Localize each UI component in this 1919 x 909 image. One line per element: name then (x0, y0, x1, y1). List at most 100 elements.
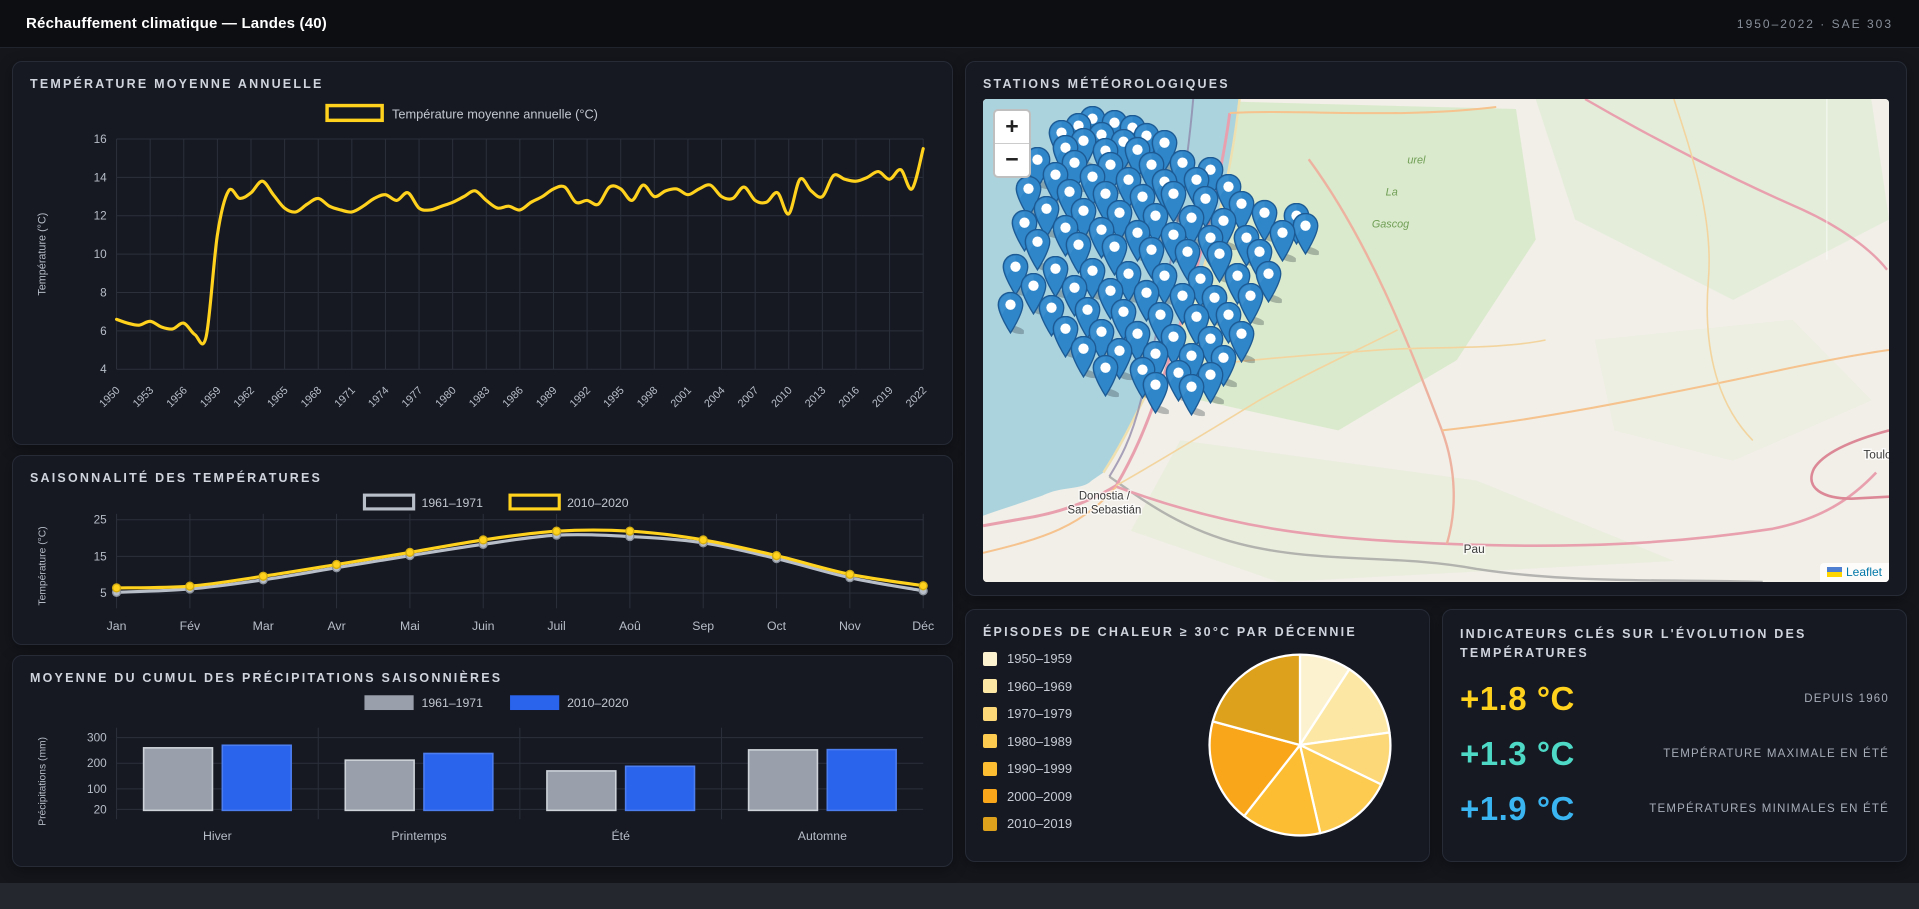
bar-Hiver-1961–1971 (144, 748, 213, 811)
svg-text:8: 8 (100, 285, 107, 299)
svg-text:Température (°C): Température (°C) (37, 213, 49, 296)
panel-annual-temperature: TEMPÉRATURE MOYENNE ANNUELLE 46810121416… (12, 61, 953, 445)
map-attribution: Leaflet (1820, 563, 1889, 582)
legend-swatch (983, 734, 997, 748)
leaflet-attribution-link[interactable]: Leaflet (1846, 565, 1882, 579)
panel-heat-episodes: ÉPISODES DE CHALEUR ≥ 30°C PAR DÉCENNIE … (965, 609, 1430, 862)
svg-text:1983: 1983 (467, 384, 493, 410)
zoom-out-button[interactable]: − (995, 144, 1029, 176)
svg-text:Avr: Avr (327, 619, 345, 633)
svg-text:1950: 1950 (97, 384, 123, 410)
legend-swatch (983, 762, 997, 776)
indicator-label: DEPUIS 1960 (1804, 693, 1889, 705)
main-grid: TEMPÉRATURE MOYENNE ANNUELLE 46810121416… (0, 48, 1919, 867)
svg-text:Été: Été (611, 828, 630, 843)
leaflet-map[interactable]: Donostia / San Sebastián Pau Toulou urel… (983, 99, 1889, 582)
svg-text:Température (°C): Température (°C) (38, 526, 49, 605)
svg-text:1977: 1977 (400, 384, 426, 410)
pie-legend-item[interactable]: 1970–1979 (983, 706, 1194, 721)
data-point (186, 582, 194, 590)
bar-Automne-1961–1971 (749, 750, 818, 810)
panel-title-heat: ÉPISODES DE CHALEUR ≥ 30°C PAR DÉCENNIE (983, 625, 1412, 639)
station-marker-pin[interactable] (997, 291, 1024, 335)
legend-swatch (983, 789, 997, 803)
pie-legend-item[interactable]: 2010–2019 (983, 816, 1194, 831)
legend-swatch (983, 679, 997, 693)
station-marker-pin[interactable] (1142, 371, 1169, 415)
svg-text:2019: 2019 (870, 384, 896, 410)
footer-strip (0, 883, 1919, 909)
svg-text:Juin: Juin (472, 619, 495, 633)
indicator-row: +1.3 °CTEMPÉRATURE MAXIMALE EN ÉTÉ (1460, 735, 1889, 773)
data-point (333, 561, 341, 569)
zoom-in-button[interactable]: + (995, 111, 1029, 144)
svg-text:Température moyenne annuelle (: Température moyenne annuelle (°C) (392, 106, 598, 121)
svg-text:200: 200 (87, 756, 107, 770)
svg-text:20: 20 (94, 802, 108, 816)
data-point (259, 572, 267, 580)
svg-text:2001: 2001 (668, 384, 694, 410)
svg-text:5: 5 (100, 586, 107, 600)
svg-text:Précipitations (mm): Précipitations (mm) (38, 737, 49, 826)
precipitation-bar-chart: 20100200300Précipitations (mm)HiverPrint… (30, 689, 935, 855)
svg-text:1995: 1995 (601, 384, 627, 410)
bar-Automne-2010–2020 (827, 750, 896, 811)
seasonality-line-chart: 51525JanFévMarAvrMaiJuinJuilAoûSepOctNov… (30, 489, 935, 639)
pie-legend-item[interactable]: 1980–1989 (983, 734, 1194, 749)
data-point (479, 536, 487, 544)
pie-legend-item[interactable]: 1950–1959 (983, 651, 1194, 666)
dashboard-page: Réchauffement climatique — Landes (40) 1… (0, 0, 1919, 909)
pie-legend-item[interactable]: 2000–2009 (983, 789, 1194, 804)
svg-text:1986: 1986 (500, 384, 526, 410)
svg-text:4: 4 (100, 362, 107, 376)
right-column: STATIONS MÉTÉOROLOGIQUES (965, 61, 1907, 867)
legend-label: 2000–2009 (1007, 789, 1072, 804)
panel-title-precip: MOYENNE DU CUMUL DES PRÉCIPITATIONS SAIS… (30, 671, 935, 685)
station-marker-pin[interactable] (1178, 373, 1205, 417)
indicator-row: +1.9 °CTEMPÉRATURES MINIMALES EN ÉTÉ (1460, 790, 1889, 828)
legend-label: 2010–2019 (1007, 816, 1072, 831)
bottom-right-row: ÉPISODES DE CHALEUR ≥ 30°C PAR DÉCENNIE … (965, 609, 1907, 862)
panel-stations-map: STATIONS MÉTÉOROLOGIQUES (965, 61, 1907, 596)
heat-body: 1950–1959 1960–1969 1970–1979 1980–1989 1990… (983, 647, 1412, 843)
data-point (846, 570, 854, 578)
station-marker-pin[interactable] (1092, 354, 1119, 398)
bar-Hiver-2010–2020 (222, 745, 291, 810)
legend-label: 1960–1969 (1007, 679, 1072, 694)
svg-text:Mar: Mar (253, 619, 274, 633)
svg-text:2013: 2013 (803, 384, 829, 410)
svg-text:2010–2020: 2010–2020 (567, 496, 629, 510)
top-header: Réchauffement climatique — Landes (40) 1… (0, 0, 1919, 48)
data-point (919, 582, 927, 590)
bar-Été-1961–1971 (547, 771, 616, 810)
svg-text:2022: 2022 (904, 384, 930, 410)
panel-title-annual: TEMPÉRATURE MOYENNE ANNUELLE (30, 77, 935, 91)
svg-text:16: 16 (94, 132, 108, 146)
svg-text:2007: 2007 (736, 384, 762, 410)
svg-text:2010: 2010 (769, 384, 795, 410)
svg-text:Hiver: Hiver (203, 829, 232, 843)
pie-legend-item[interactable]: 1990–1999 (983, 761, 1194, 776)
data-point (699, 536, 707, 544)
legend-label: 1970–1979 (1007, 706, 1072, 721)
svg-text:Fév: Fév (180, 619, 201, 633)
header-meta: 1950–2022 · SAE 303 (1737, 17, 1893, 31)
data-point (113, 584, 121, 592)
svg-text:1971: 1971 (332, 384, 358, 410)
bar-Printemps-1961–1971 (345, 760, 414, 810)
svg-text:1968: 1968 (299, 384, 325, 410)
grid (117, 139, 924, 369)
bar-Printemps-2010–2020 (424, 753, 493, 810)
svg-text:300: 300 (87, 731, 107, 745)
svg-text:1992: 1992 (568, 384, 594, 410)
svg-text:1961–1971: 1961–1971 (422, 696, 484, 710)
indicator-row: +1.8 °CDEPUIS 1960 (1460, 680, 1889, 718)
svg-text:12: 12 (94, 209, 107, 223)
svg-text:1980: 1980 (433, 384, 459, 410)
data-point (773, 552, 781, 560)
panel-title-indicators: INDICATEURS CLÉS SUR L'ÉVOLUTION DES TEM… (1460, 625, 1820, 664)
pie-legend-item[interactable]: 1960–1969 (983, 679, 1194, 694)
indicator-value: +1.3 °C (1460, 735, 1575, 773)
svg-text:Juil: Juil (547, 619, 565, 633)
indicator-label: TEMPÉRATURES MINIMALES EN ÉTÉ (1649, 803, 1889, 815)
